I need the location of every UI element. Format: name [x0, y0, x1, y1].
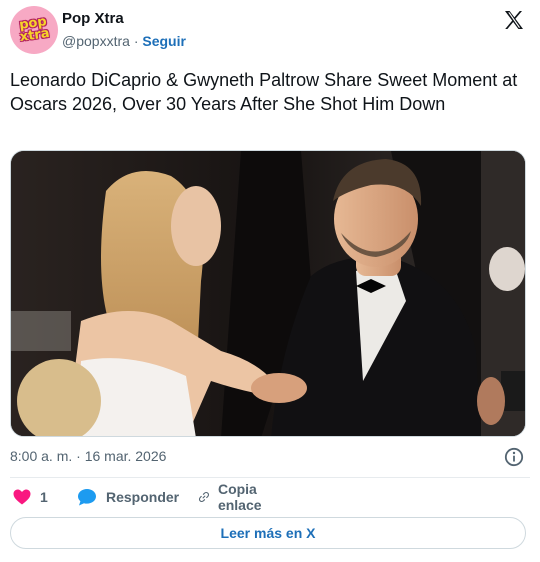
author-handle[interactable]: @popxxtra	[62, 33, 130, 49]
author-handle-row: @popxxtra · Seguir	[62, 33, 186, 49]
link-icon	[198, 491, 210, 503]
tweet-embed-card: pop xtra Pop Xtra @popxxtra · Seguir Leo…	[0, 0, 540, 562]
tweet-text: Leonardo DiCaprio & Gwyneth Paltrow Shar…	[10, 70, 518, 114]
copy-link-button[interactable]: Copia enlace	[198, 481, 270, 513]
x-logo-icon[interactable]	[502, 8, 526, 32]
reply-bubble-icon	[78, 489, 96, 506]
heart-icon	[13, 489, 31, 505]
follow-link[interactable]: Seguir	[142, 33, 186, 49]
read-more-button[interactable]: Leer más en X	[10, 517, 526, 549]
like-count: 1	[40, 489, 48, 505]
tweet-timestamp[interactable]: 8:00 a. m. · 16 mar. 2026	[10, 448, 166, 464]
copy-link-label: Copia enlace	[217, 481, 262, 513]
avatar-logo-line-2: xtra	[18, 25, 51, 45]
like-button[interactable]: 1	[12, 486, 48, 508]
avatar-logo: pop xtra	[18, 14, 51, 45]
handle-separator: ·	[133, 33, 139, 49]
reply-button[interactable]: Responder	[76, 486, 179, 508]
avatar[interactable]: pop xtra	[10, 6, 58, 54]
tweet-header: pop xtra Pop Xtra @popxxtra · Seguir	[10, 6, 530, 56]
tweet-photo[interactable]	[10, 150, 526, 437]
author-name[interactable]: Pop Xtra	[62, 10, 124, 27]
divider	[10, 477, 530, 478]
info-icon[interactable]	[504, 447, 524, 467]
reply-label: Responder	[106, 489, 180, 505]
